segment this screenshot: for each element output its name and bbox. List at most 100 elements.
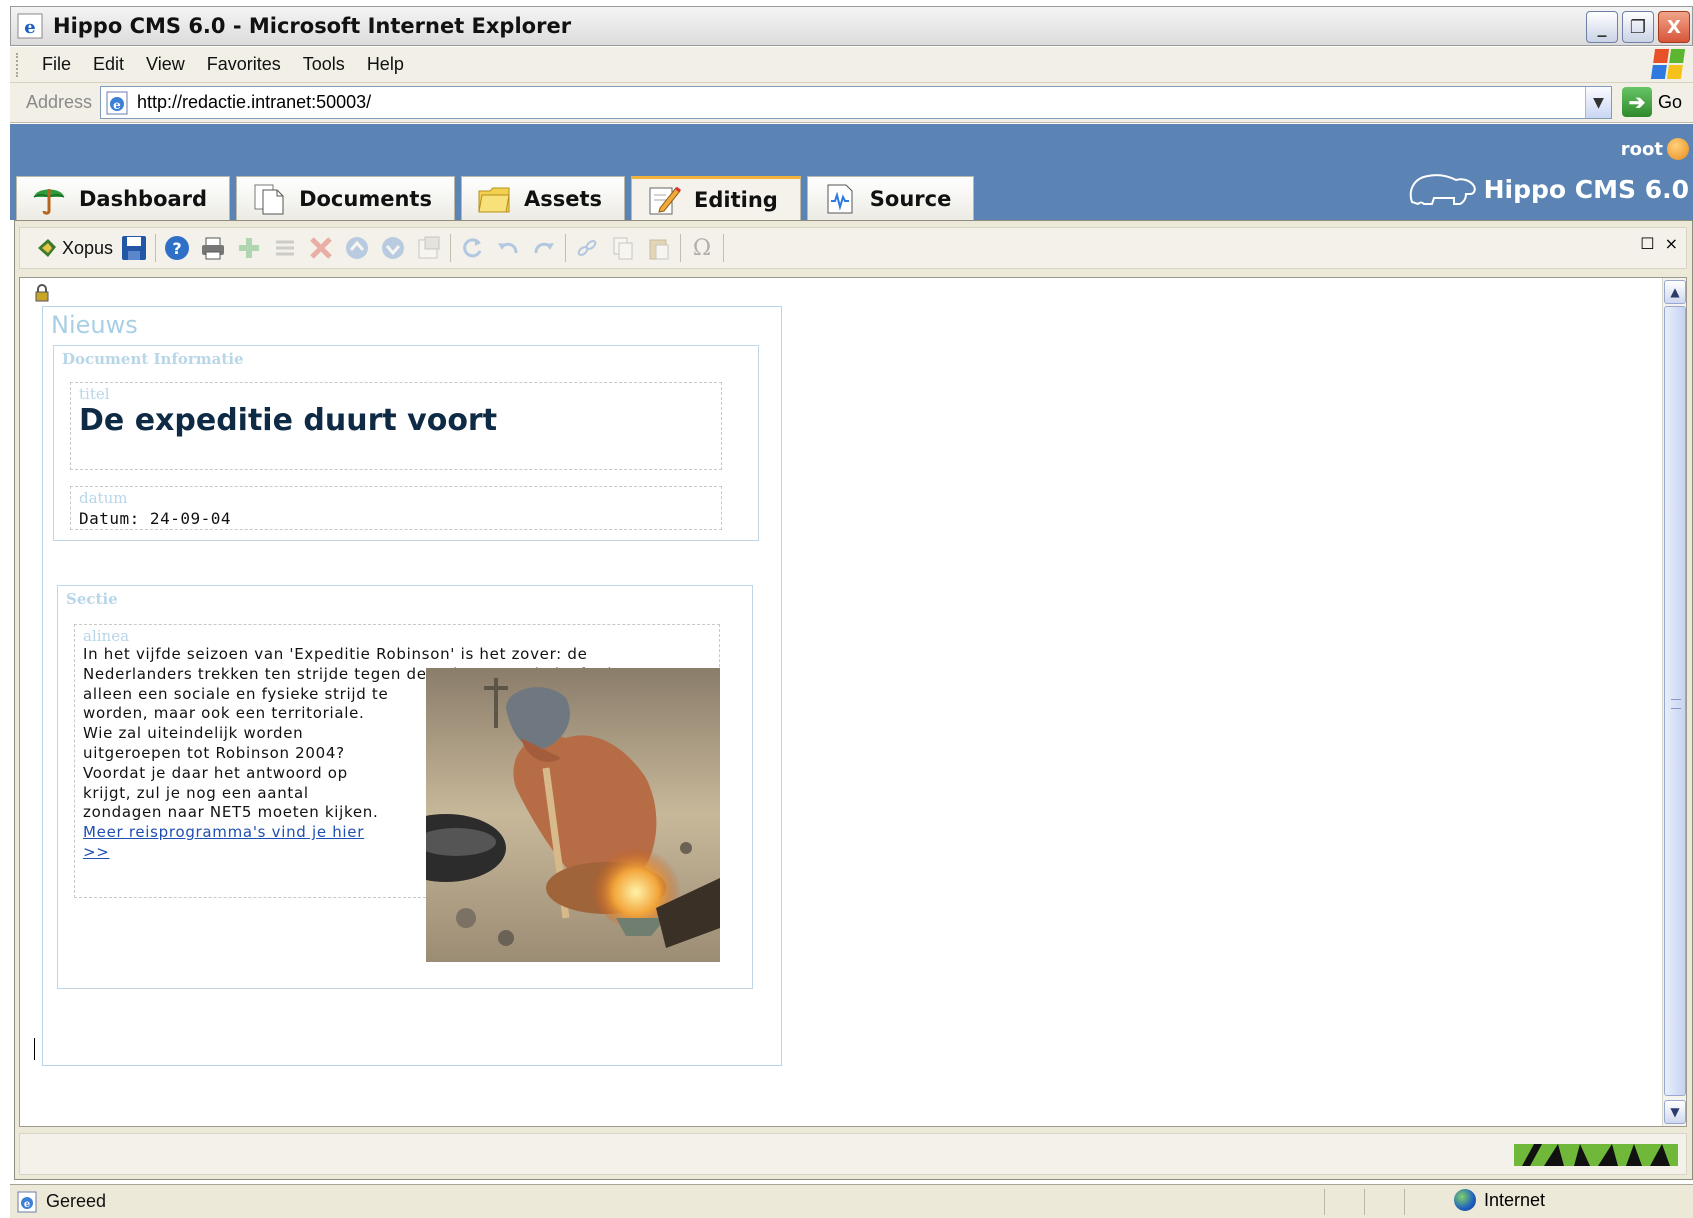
tab-editing[interactable]: Editing xyxy=(631,176,801,220)
brand-logo: Hippo CMS 6.0 xyxy=(1404,168,1689,210)
toolbar-separator xyxy=(680,234,682,262)
paste-icon[interactable] xyxy=(644,233,674,263)
field-label: datum xyxy=(79,489,128,507)
close-panel-button[interactable]: × xyxy=(1665,234,1678,253)
text-caret xyxy=(34,1038,35,1060)
properties-icon[interactable] xyxy=(414,233,444,263)
address-bar: Address e http://redactie.intranet:50003… xyxy=(10,83,1693,123)
datum-field[interactable]: datum Datum: 24-09-04 xyxy=(70,486,722,530)
datum-value[interactable]: Datum: 24-09-04 xyxy=(79,509,231,528)
sectie-section: Sectie alinea In het vijfde seizoen van … xyxy=(57,585,753,989)
xopus-stripe-logo-icon xyxy=(1514,1144,1678,1166)
close-window-button[interactable]: X xyxy=(1658,11,1690,43)
ie-page-icon: e xyxy=(106,91,128,114)
documents-icon xyxy=(254,184,284,214)
xopus-button[interactable]: Xopus xyxy=(36,237,113,259)
umbrella-icon xyxy=(33,188,65,215)
browser-status-bar: e Gereed Internet xyxy=(10,1184,1693,1218)
ie-logo-icon: e xyxy=(17,13,43,39)
maximize-panel-button[interactable]: ☐ xyxy=(1640,234,1654,253)
go-arrow-icon: ➔ xyxy=(1622,87,1652,117)
tab-label: Documents xyxy=(299,186,432,211)
window-title: Hippo CMS 6.0 - Microsoft Internet Explo… xyxy=(53,14,572,38)
titel-value[interactable]: De expeditie duurt voort xyxy=(79,403,497,438)
tab-label: Source xyxy=(869,186,952,211)
alinea-line: alleen een sociale en fysieke strijd te … xyxy=(83,685,393,863)
vertical-scrollbar[interactable]: ▲ ▼ xyxy=(1662,278,1686,1126)
nieuws-document[interactable]: Nieuws Document Informatie titel De expe… xyxy=(42,306,782,1066)
document-view[interactable]: Nieuws Document Informatie titel De expe… xyxy=(19,277,1687,1127)
tab-dashboard[interactable]: Dashboard xyxy=(16,176,231,220)
help-icon[interactable]: ? xyxy=(162,233,192,263)
titel-field[interactable]: titel De expeditie duurt voort xyxy=(70,382,722,470)
menu-edit[interactable]: Edit xyxy=(93,54,124,75)
redo-icon[interactable] xyxy=(529,233,559,263)
xopus-label: Xopus xyxy=(62,237,114,258)
zone-label: Internet xyxy=(1484,1189,1546,1210)
save-icon[interactable] xyxy=(119,233,149,263)
minimize-button[interactable]: _ xyxy=(1586,11,1618,43)
link-icon[interactable] xyxy=(572,233,602,263)
security-zone[interactable]: Internet xyxy=(1454,1189,1545,1211)
list-icon[interactable] xyxy=(270,233,300,263)
scroll-thumb[interactable] xyxy=(1664,306,1686,1096)
go-label: Go xyxy=(1658,91,1683,112)
menu-bar: File Edit View Favorites Tools Help xyxy=(10,47,1693,83)
reisprogramma-link[interactable]: Meer reisprogramma's vind je hier >> xyxy=(83,823,364,861)
tab-documents[interactable]: Documents xyxy=(236,176,455,220)
address-label: Address xyxy=(26,92,93,112)
move-down-icon[interactable] xyxy=(378,233,408,263)
svg-text:e: e xyxy=(24,17,35,38)
edit-pencil-icon xyxy=(649,186,681,214)
user-menu[interactable]: root xyxy=(1621,138,1689,160)
status-divider xyxy=(1324,1189,1325,1215)
toolbar-grip[interactable] xyxy=(16,52,20,77)
hippo-logo-icon xyxy=(1409,174,1476,206)
status-divider xyxy=(1404,1189,1405,1215)
add-icon[interactable] xyxy=(234,233,264,263)
scroll-down-icon[interactable]: ▼ xyxy=(1664,1100,1686,1124)
delete-icon[interactable] xyxy=(306,233,336,263)
menu-tools[interactable]: Tools xyxy=(303,54,345,75)
source-icon xyxy=(827,184,853,213)
print-icon[interactable] xyxy=(198,233,228,263)
section-label: Sectie xyxy=(66,590,118,608)
refresh-icon[interactable] xyxy=(457,233,487,263)
folder-icon xyxy=(478,187,510,212)
move-up-icon[interactable] xyxy=(342,233,372,263)
toolbar-separator xyxy=(723,234,725,262)
menu-help[interactable]: Help xyxy=(367,54,404,75)
address-url: http://redactie.intranet:50003/ xyxy=(137,92,372,112)
svg-text:e: e xyxy=(24,1199,30,1210)
status-divider xyxy=(1364,1189,1365,1215)
restore-button[interactable]: ❐ xyxy=(1622,11,1654,43)
scroll-up-icon[interactable]: ▲ xyxy=(1664,280,1686,304)
windows-flag-icon xyxy=(1650,49,1686,79)
tab-assets[interactable]: Assets xyxy=(460,176,625,220)
menu-view[interactable]: View xyxy=(146,54,185,75)
tab-label: Assets xyxy=(523,186,602,211)
lock-icon xyxy=(35,284,49,302)
field-label: alinea xyxy=(83,627,130,645)
address-dropdown-icon[interactable]: ▼ xyxy=(1585,87,1611,118)
editor-toolbar: Xopus ? Ω ☐ × xyxy=(19,227,1687,269)
status-text: Gereed xyxy=(46,1191,107,1211)
tab-source[interactable]: Source xyxy=(806,176,975,220)
editor-frame: Xopus ? Ω ☐ × Nieuws Document Informatie… xyxy=(14,220,1693,1180)
menu-favorites[interactable]: Favorites xyxy=(207,54,281,75)
svg-text:?: ? xyxy=(172,239,181,258)
undo-icon[interactable] xyxy=(493,233,523,263)
robinson-photo[interactable] xyxy=(426,668,720,962)
go-button[interactable]: ➔ Go xyxy=(1622,87,1682,117)
xopus-logo-icon xyxy=(38,239,56,257)
address-input[interactable]: e http://redactie.intranet:50003/ ▼ xyxy=(100,86,1612,119)
menu-file[interactable]: File xyxy=(42,54,71,75)
special-character-icon[interactable]: Ω xyxy=(687,233,717,263)
username: root xyxy=(1620,138,1663,160)
copy-icon[interactable] xyxy=(608,233,638,263)
section-label: Document Informatie xyxy=(62,350,244,368)
brand-name: Hippo CMS 6.0 xyxy=(1483,174,1689,204)
globe-icon xyxy=(1454,1189,1476,1211)
tab-label: Editing xyxy=(694,187,778,212)
document-info-section: Document Informatie titel De expeditie d… xyxy=(53,345,759,541)
